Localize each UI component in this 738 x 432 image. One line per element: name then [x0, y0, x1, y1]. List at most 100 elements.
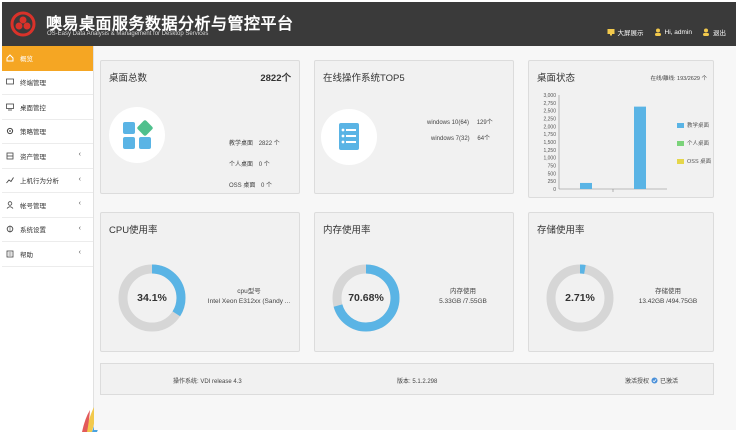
user-menu[interactable]: Hi, admin	[654, 28, 692, 36]
y-tick-label: 1,750	[543, 132, 556, 138]
sidebar-item-desktop[interactable]: 桌面管控	[2, 95, 93, 120]
card-title: CPU使用率	[109, 225, 158, 236]
y-tick-label: 2,000	[543, 124, 556, 130]
sidebar-item-label: 帐号管理	[20, 202, 46, 210]
sidebar-item-label: 系统设置	[20, 227, 46, 235]
sidebar-item-overview[interactable]: 概览	[2, 46, 93, 71]
card-title: 桌面总数	[109, 73, 148, 84]
sidebar-item-behavior[interactable]: 上机行为分析 ‹	[2, 169, 93, 193]
memory-usage-card: 内存使用率 70.68% 内存使用 5.33GB /7.55GB	[314, 212, 514, 352]
screen-icon	[607, 29, 615, 36]
app-subtitle: OS-Easy Data Analysis & Management for D…	[47, 31, 209, 37]
top-actions: 大屏展示 Hi, admin 退出	[607, 27, 726, 37]
y-tick-label: 1,250	[543, 148, 556, 154]
top-header: 噢易桌面服务数据分析与管控平台 OS-Easy Data Analysis & …	[2, 2, 736, 46]
asset-icon	[6, 152, 14, 160]
row-value: 2822 个	[258, 141, 280, 147]
y-tick-label: 250	[548, 179, 557, 185]
row-label: windows 7(32)	[431, 136, 470, 142]
desktop-icon	[6, 103, 14, 111]
card-title: 内存使用率	[323, 225, 371, 236]
teaching-desktop-row: 教学桌面 2822 个	[229, 138, 280, 147]
sidebar-item-asset[interactable]: 资产管理 ‹	[2, 144, 93, 169]
row-value: 0 个	[261, 183, 273, 189]
activation-status: 激活授权 已激活	[625, 376, 678, 385]
legend-item-teaching: 教学桌面	[677, 121, 711, 129]
greeting-label: Hi, admin	[664, 28, 692, 36]
sidebar-item-label: 帮助	[20, 251, 33, 259]
cpu-usage-card: CPU使用率 34.1% cpu型号 Intel Xeon E312xx (Sa…	[100, 212, 300, 352]
activation-label: 激活授权	[625, 379, 650, 385]
app-root: 噢易桌面服务数据分析与管控平台 OS-Easy Data Analysis & …	[0, 0, 738, 432]
row-label: 教学桌面	[229, 141, 254, 147]
help-icon	[6, 250, 14, 258]
version-text: 版本: 5.1.2.298	[397, 379, 438, 385]
logout-button[interactable]: 退出	[702, 27, 726, 37]
sidebar: 概览 终端管理 桌面管控 策略管理 资产管理 ‹ 上机行为分析 ‹ 帐号管理 ‹	[2, 46, 106, 432]
bigscreen-button[interactable]: 大屏展示	[607, 27, 644, 37]
activated-label: 已激活	[660, 379, 679, 385]
bar-1-1	[580, 182, 592, 189]
y-tick-label: 1,000	[543, 156, 556, 162]
sidebar-item-help[interactable]: 帮助 ‹	[2, 242, 93, 267]
chart-legend: 教学桌面 个人桌面 OSS 桌面	[677, 121, 711, 175]
chevron-left-icon: ‹	[78, 224, 81, 232]
personal-desktop-row: 个人桌面 0 个	[229, 159, 270, 168]
memory-usage-label: 内存使用	[450, 288, 476, 295]
user-icon	[654, 28, 661, 36]
storage-usage-card: 存储使用率 2.71% 存储使用 13.42GB /494.75GB	[528, 212, 714, 352]
home-icon	[6, 54, 14, 62]
cpu-percent: 34.1%	[137, 292, 167, 304]
document-list-icon	[321, 109, 377, 165]
sidebar-item-label: 概览	[20, 56, 33, 64]
sidebar-item-terminal[interactable]: 终端管理	[2, 71, 93, 95]
sidebar-item-settings[interactable]: 系统设置 ‹	[2, 218, 93, 242]
storage-usage-label: 存储使用	[655, 288, 681, 295]
legend-swatch	[677, 140, 684, 146]
online-offline-count: 在线/離线: 193/2629 个	[650, 76, 707, 82]
y-tick-label: 750	[548, 164, 557, 170]
sidebar-item-label: 策略管理	[20, 129, 46, 137]
system-info-bar: 操作系统: VDI release 4.3 版本: 5.1.2.298 激活授权…	[100, 363, 714, 395]
legend-item-oss: OSS 桌面	[677, 157, 711, 165]
bar-1-2	[634, 106, 646, 189]
card-title: 在线操作系统TOP5	[323, 73, 405, 84]
memory-gauge: 70.68%	[331, 263, 401, 333]
oss-desktop-row: OSS 桌面 0 个	[229, 180, 272, 189]
y-tick-label: 2,250	[543, 117, 556, 123]
row-value: 0 个	[258, 162, 270, 168]
y-tick-label: 2,500	[543, 109, 556, 115]
bigscreen-label: 大屏展示	[617, 30, 644, 37]
memory-usage-value: 5.33GB /7.55GB	[439, 298, 487, 305]
sidebar-item-account[interactable]: 帐号管理 ‹	[2, 193, 93, 218]
legend-label: 教学桌面	[687, 123, 710, 129]
sidebar-item-policy[interactable]: 策略管理	[2, 120, 93, 144]
desktop-status-card: 桌面状态 在线/離线: 193/2629 个 3,000 2,750 2,500 2,…	[528, 60, 714, 198]
desktop-cubes-icon	[109, 107, 165, 163]
y-tick-label: 0	[553, 187, 556, 193]
chevron-left-icon: ‹	[78, 151, 81, 158]
storage-usage-value: 13.42GB /494.75GB	[638, 298, 698, 305]
row-value: 129个	[476, 120, 493, 126]
sidebar-item-label: 资产管理	[20, 153, 46, 161]
row-value: 64个	[477, 136, 491, 142]
legend-label: 个人桌面	[687, 141, 710, 147]
check-circle-icon	[651, 377, 658, 384]
storage-gauge: 2.71%	[545, 263, 615, 333]
os-release-text: 操作系统: VDI release 4.3	[173, 379, 242, 385]
sidebar-item-label: 桌面管控	[20, 104, 46, 112]
y-tick-label: 3,000	[543, 93, 556, 99]
sidebar-item-label: 终端管理	[20, 80, 46, 88]
row-label: windows 10(64)	[427, 120, 470, 126]
legend-swatch	[677, 158, 684, 164]
monitor-icon	[6, 78, 14, 85]
logout-icon	[703, 28, 709, 36]
y-tick-label: 2,750	[543, 101, 556, 107]
cpu-gauge: 34.1%	[117, 263, 187, 333]
gear-icon	[6, 128, 14, 135]
os-row-win10: windows 10(64) 129个	[427, 117, 493, 126]
cpu-model-label: cpu型号	[237, 288, 261, 295]
cpu-model-value: Intel Xeon E312xx (Sandy ...	[207, 298, 291, 305]
brand-logo-icon	[10, 11, 36, 37]
y-tick-label: 1,500	[543, 140, 556, 146]
